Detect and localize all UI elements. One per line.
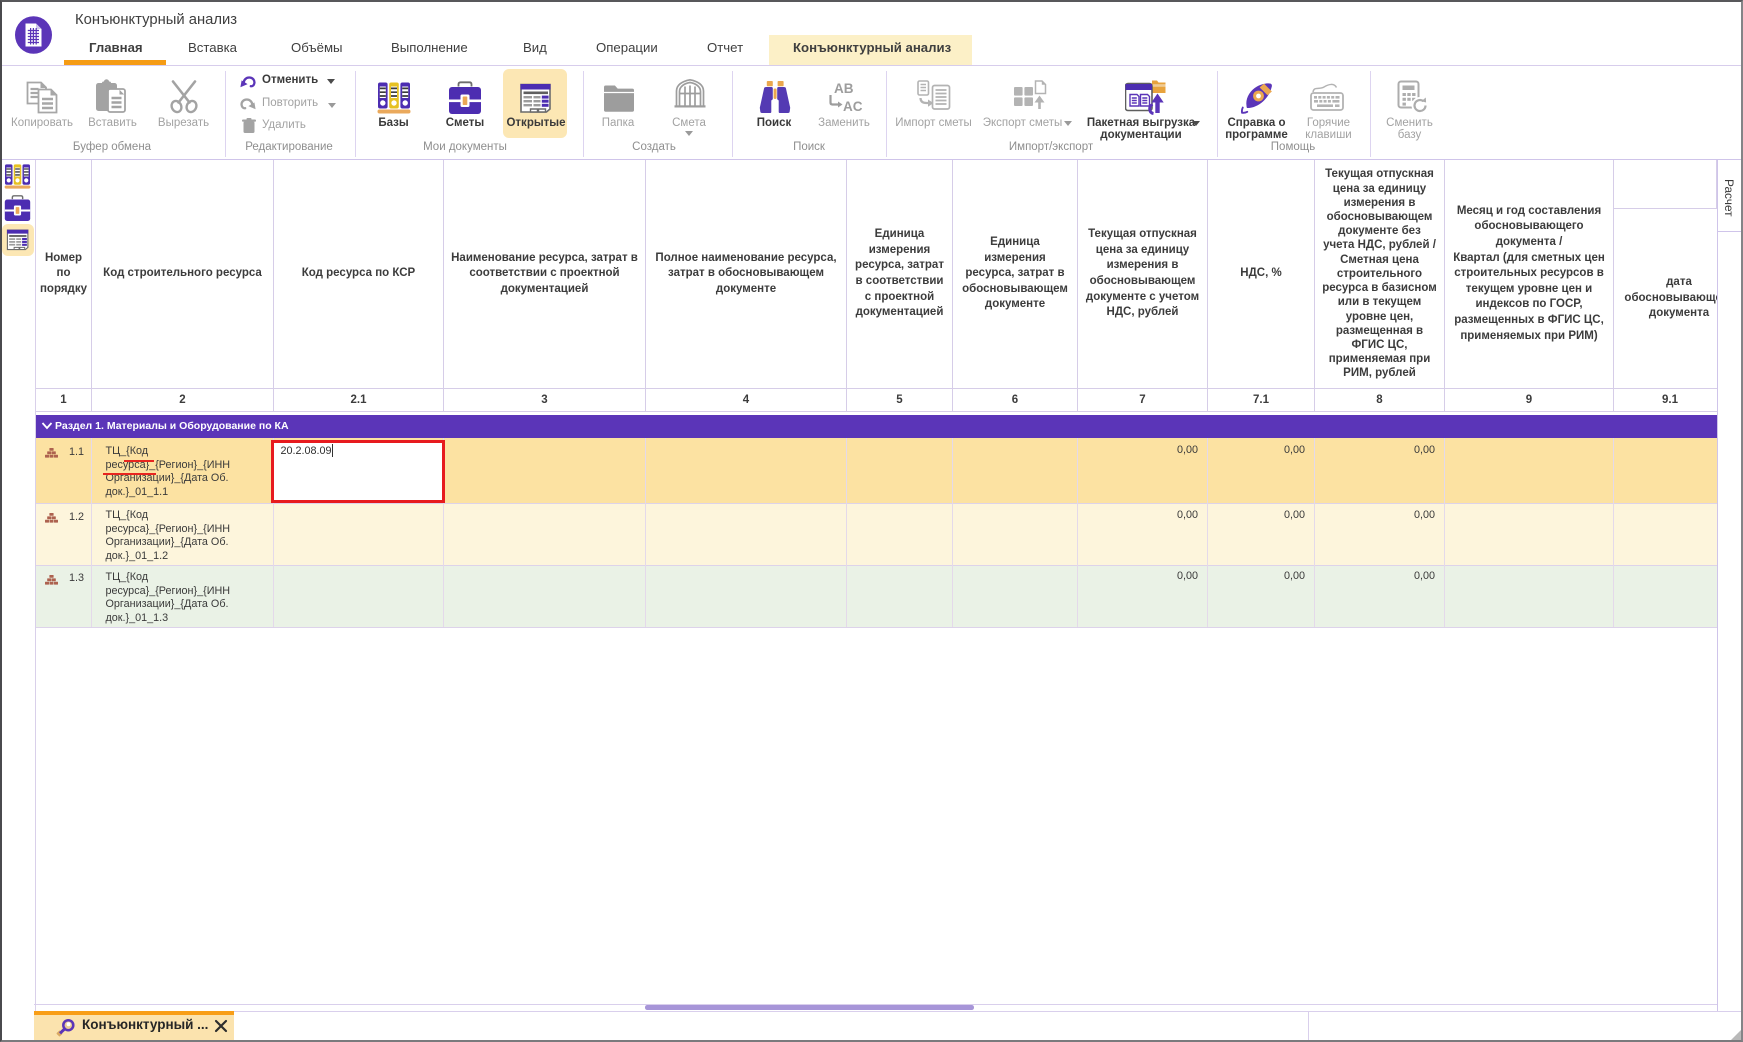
svg-text:AC: AC	[843, 99, 863, 114]
svg-text:AB: AB	[834, 82, 854, 96]
